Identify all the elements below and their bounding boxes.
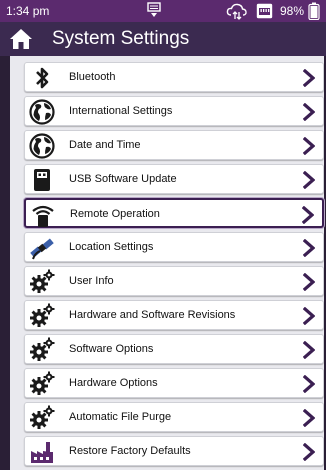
chevron-right-icon xyxy=(303,273,315,291)
settings-item-remote-operation[interactable]: Remote Operation xyxy=(24,198,324,228)
settings-item-international[interactable]: International Settings xyxy=(24,96,324,126)
settings-item-user-info[interactable]: User Info xyxy=(24,266,324,296)
settings-item-label: Date and Time xyxy=(69,139,141,151)
globe-icon xyxy=(29,99,55,125)
status-bar: 1:34 pm 98% xyxy=(0,0,326,22)
settings-item-label: International Settings xyxy=(69,105,173,117)
chevron-right-icon xyxy=(302,206,314,224)
battery-icon xyxy=(308,2,320,20)
gears-icon xyxy=(30,303,55,327)
settings-item-label: Bluetooth xyxy=(69,71,116,83)
chevron-right-icon xyxy=(303,69,315,87)
satellite-icon xyxy=(30,238,54,260)
ethernet-icon xyxy=(256,3,273,19)
bluetooth-icon xyxy=(36,67,49,89)
device-screen: 1:34 pm 98% System Settings Bluetooth In… xyxy=(0,0,326,470)
settings-list: Bluetooth International Settings Date an… xyxy=(0,56,326,470)
chevron-right-icon xyxy=(303,103,315,121)
home-icon[interactable] xyxy=(9,28,33,50)
gears-icon xyxy=(30,371,55,395)
settings-item-usb-update[interactable]: USB Software Update xyxy=(24,164,324,194)
remote-antenna-icon xyxy=(32,205,54,227)
chevron-right-icon xyxy=(303,443,315,461)
settings-item-date-time[interactable]: Date and Time xyxy=(24,130,324,160)
globe-icon xyxy=(29,133,55,159)
settings-item-label: User Info xyxy=(69,275,114,287)
settings-item-file-purge[interactable]: Automatic File Purge xyxy=(24,402,324,432)
settings-item-location[interactable]: Location Settings xyxy=(24,232,324,262)
battery-percent: 98% xyxy=(280,4,305,18)
settings-item-label: Hardware Options xyxy=(69,377,158,389)
network-cloud-icon xyxy=(226,3,247,20)
settings-item-label: Restore Factory Defaults xyxy=(69,445,191,457)
settings-item-label: Location Settings xyxy=(69,241,154,253)
chevron-right-icon xyxy=(303,171,315,189)
title-bar: System Settings xyxy=(0,22,326,56)
chevron-right-icon xyxy=(303,307,315,325)
settings-item-label: Automatic File Purge xyxy=(69,411,172,423)
chevron-right-icon xyxy=(303,375,315,393)
chevron-right-icon xyxy=(303,341,315,359)
settings-item-label: Software Options xyxy=(69,343,154,355)
status-time: 1:34 pm xyxy=(6,4,50,18)
usb-connected-icon xyxy=(147,2,161,17)
chevron-right-icon xyxy=(303,137,315,155)
settings-item-label: Hardware and Software Revisions xyxy=(69,309,236,321)
settings-item-label: USB Software Update xyxy=(69,173,177,185)
settings-item-label: Remote Operation xyxy=(70,208,160,220)
settings-item-factory-defaults[interactable]: Restore Factory Defaults xyxy=(24,436,324,466)
settings-item-hardware-options[interactable]: Hardware Options xyxy=(24,368,324,398)
settings-item-bluetooth[interactable]: Bluetooth xyxy=(24,62,324,92)
page-title: System Settings xyxy=(52,28,190,49)
chevron-right-icon xyxy=(303,409,315,427)
chevron-right-icon xyxy=(303,239,315,257)
gears-icon xyxy=(30,337,55,361)
settings-item-revisions[interactable]: Hardware and Software Revisions xyxy=(24,300,324,330)
usb-drive-icon xyxy=(34,169,50,191)
gears-icon xyxy=(30,405,55,429)
gears-icon xyxy=(30,269,55,293)
factory-icon xyxy=(31,442,53,463)
settings-item-software-options[interactable]: Software Options xyxy=(24,334,324,364)
